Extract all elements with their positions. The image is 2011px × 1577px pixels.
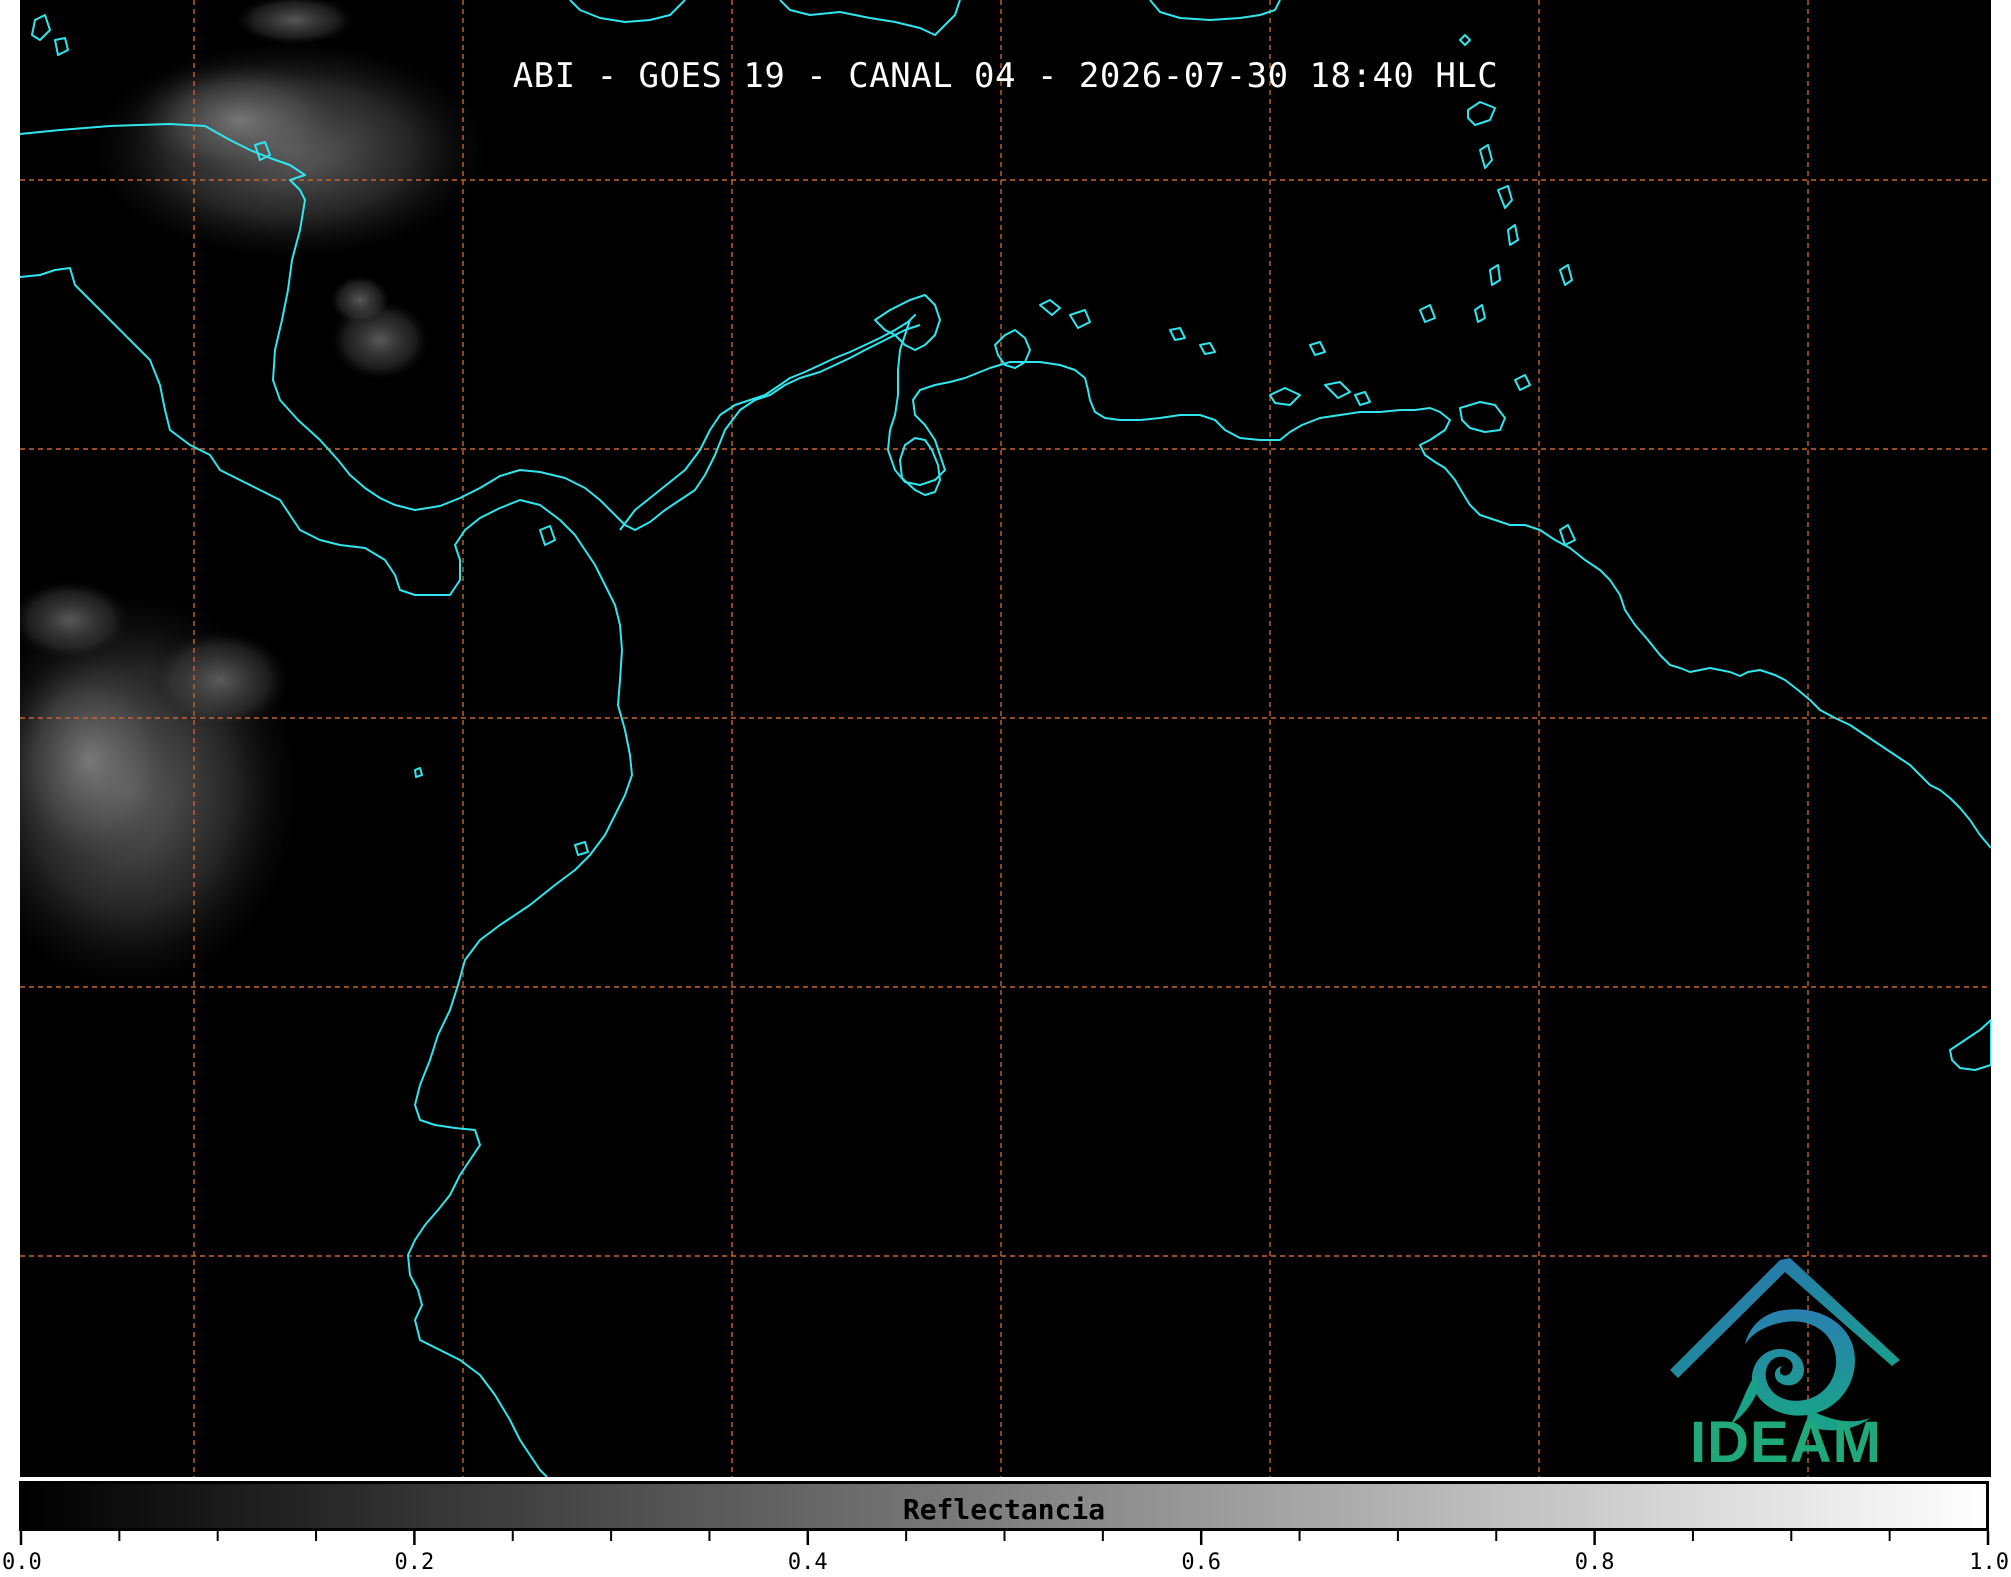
island	[539, 525, 556, 546]
island	[1459, 34, 1471, 46]
island	[1507, 224, 1519, 246]
coastline-maracaibo	[899, 437, 941, 496]
island	[1309, 341, 1326, 356]
colorbar-tick-label: 0.2	[395, 1550, 435, 1575]
colorbar-tick-label: 0.0	[2, 1550, 42, 1575]
colorbar: Reflectancia	[19, 1481, 1989, 1531]
coastline-south-america-north	[619, 314, 1991, 849]
island	[1354, 391, 1371, 406]
island	[1324, 381, 1351, 399]
colorbar-tick-label: 0.6	[1181, 1550, 1221, 1575]
coastline-trinidad	[1459, 401, 1506, 433]
island	[1419, 304, 1436, 323]
coastline-antilles-top	[1149, 0, 1281, 21]
island	[1039, 299, 1061, 316]
island	[1474, 304, 1486, 323]
island	[54, 37, 69, 56]
map-title: ABI - GOES 19 - CANAL 04 - 2026-07-30 18…	[512, 56, 1499, 96]
island	[414, 767, 423, 778]
island	[1559, 524, 1576, 546]
cloud-patch	[330, 275, 390, 325]
colorbar-tick-label: 1.0	[1969, 1550, 2009, 1575]
colorbar-axis: 0.0 0.2 0.4 0.6 0.8 1.0	[0, 1531, 2011, 1577]
cloud-imagery	[20, 0, 490, 990]
island	[1514, 374, 1531, 391]
colorbar-axis-ticks: 0.0 0.2 0.4 0.6 0.8 1.0	[2, 1531, 2009, 1575]
island	[1559, 264, 1573, 286]
colorbar-tick-label: 0.4	[788, 1550, 828, 1575]
ideam-logo-text: IDEAM	[1690, 1410, 1882, 1475]
cloud-patch	[235, 0, 355, 45]
island	[1497, 185, 1513, 209]
colorbar-tick-label: 0.8	[1575, 1550, 1615, 1575]
island	[1489, 264, 1501, 286]
coastline-antilles-top	[569, 0, 686, 23]
island	[1169, 327, 1186, 341]
island	[1199, 342, 1216, 355]
island	[31, 14, 51, 41]
island	[574, 841, 589, 856]
island	[1949, 1019, 1991, 1071]
island	[1269, 387, 1301, 406]
coastline-antilles-top	[779, 0, 961, 36]
colorbar-label: Reflectancia	[902, 1493, 1106, 1526]
island	[1069, 309, 1091, 329]
logo-swirl	[1745, 1309, 1855, 1416]
cloud-patch	[150, 630, 290, 730]
island	[1467, 101, 1496, 126]
island	[1479, 144, 1493, 169]
satellite-map-panel: ABI - GOES 19 - CANAL 04 - 2026-07-30 18…	[20, 0, 1991, 1477]
